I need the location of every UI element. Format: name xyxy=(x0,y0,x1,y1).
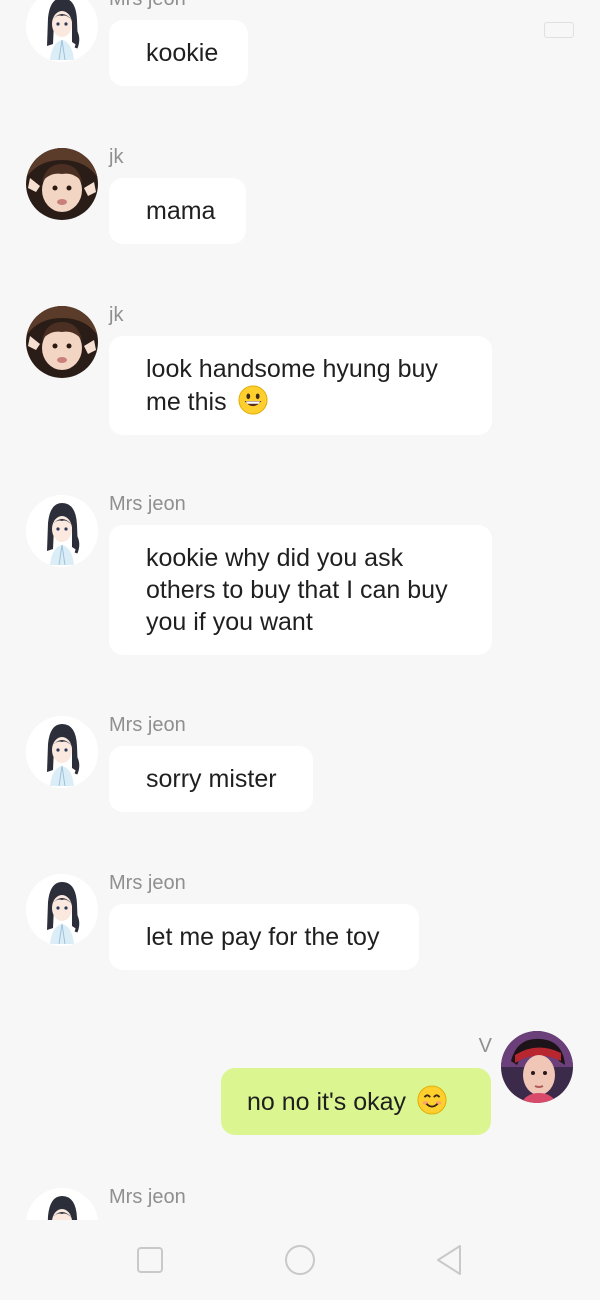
message-bubble[interactable]: no no it's okay xyxy=(221,1068,491,1135)
message-bubble[interactable]: let me pay for the toy xyxy=(109,904,419,970)
sender-name: Mrs jeon xyxy=(109,1186,186,1208)
sender-name: Mrs jeon xyxy=(109,493,186,515)
message-text: look handsome hyung buy me this xyxy=(146,355,438,416)
girl-avatar-icon[interactable] xyxy=(26,716,98,788)
recent-apps-icon[interactable] xyxy=(132,1242,168,1278)
home-icon[interactable] xyxy=(282,1242,318,1278)
message-text: sorry mister xyxy=(146,765,277,793)
message-bubble[interactable]: kookie xyxy=(109,20,248,86)
child-photo-avatar[interactable] xyxy=(26,306,98,378)
sender-name: Mrs jeon xyxy=(109,0,186,11)
message-bubble[interactable]: kookie why did you ask others to buy tha… xyxy=(109,525,492,655)
status-indicator-icon xyxy=(544,22,574,38)
message-text: kookie why did you ask others to buy tha… xyxy=(146,544,448,636)
child-photo-avatar[interactable] xyxy=(26,148,98,220)
sender-name: jk xyxy=(109,146,124,168)
smiling-emoji-icon xyxy=(417,1085,447,1115)
message-bubble[interactable]: sorry mister xyxy=(109,746,313,812)
back-icon[interactable] xyxy=(432,1242,468,1278)
girl-avatar-icon[interactable] xyxy=(26,0,98,62)
message-text: mama xyxy=(146,197,216,225)
sender-name: Mrs jeon xyxy=(109,872,186,894)
chat-thread[interactable]: Mrs jeon kookie jk mama xyxy=(0,0,600,1220)
girl-avatar-icon[interactable] xyxy=(26,1188,98,1220)
girl-avatar-icon[interactable] xyxy=(26,495,98,567)
message-text: kookie xyxy=(146,39,219,67)
grinning-emoji-icon xyxy=(238,385,268,415)
message-bubble[interactable]: mama xyxy=(109,178,246,244)
system-navigation-bar xyxy=(0,1220,600,1300)
message-bubble[interactable]: look handsome hyung buy me this xyxy=(109,336,492,435)
v-photo-avatar[interactable] xyxy=(501,1031,573,1103)
message-text: no no it's okay xyxy=(247,1088,407,1116)
message-text: let me pay for the toy xyxy=(146,923,380,951)
sender-name: V xyxy=(478,1035,492,1057)
girl-avatar-icon[interactable] xyxy=(26,874,98,946)
sender-name: Mrs jeon xyxy=(109,714,186,736)
sender-name: jk xyxy=(109,304,124,326)
